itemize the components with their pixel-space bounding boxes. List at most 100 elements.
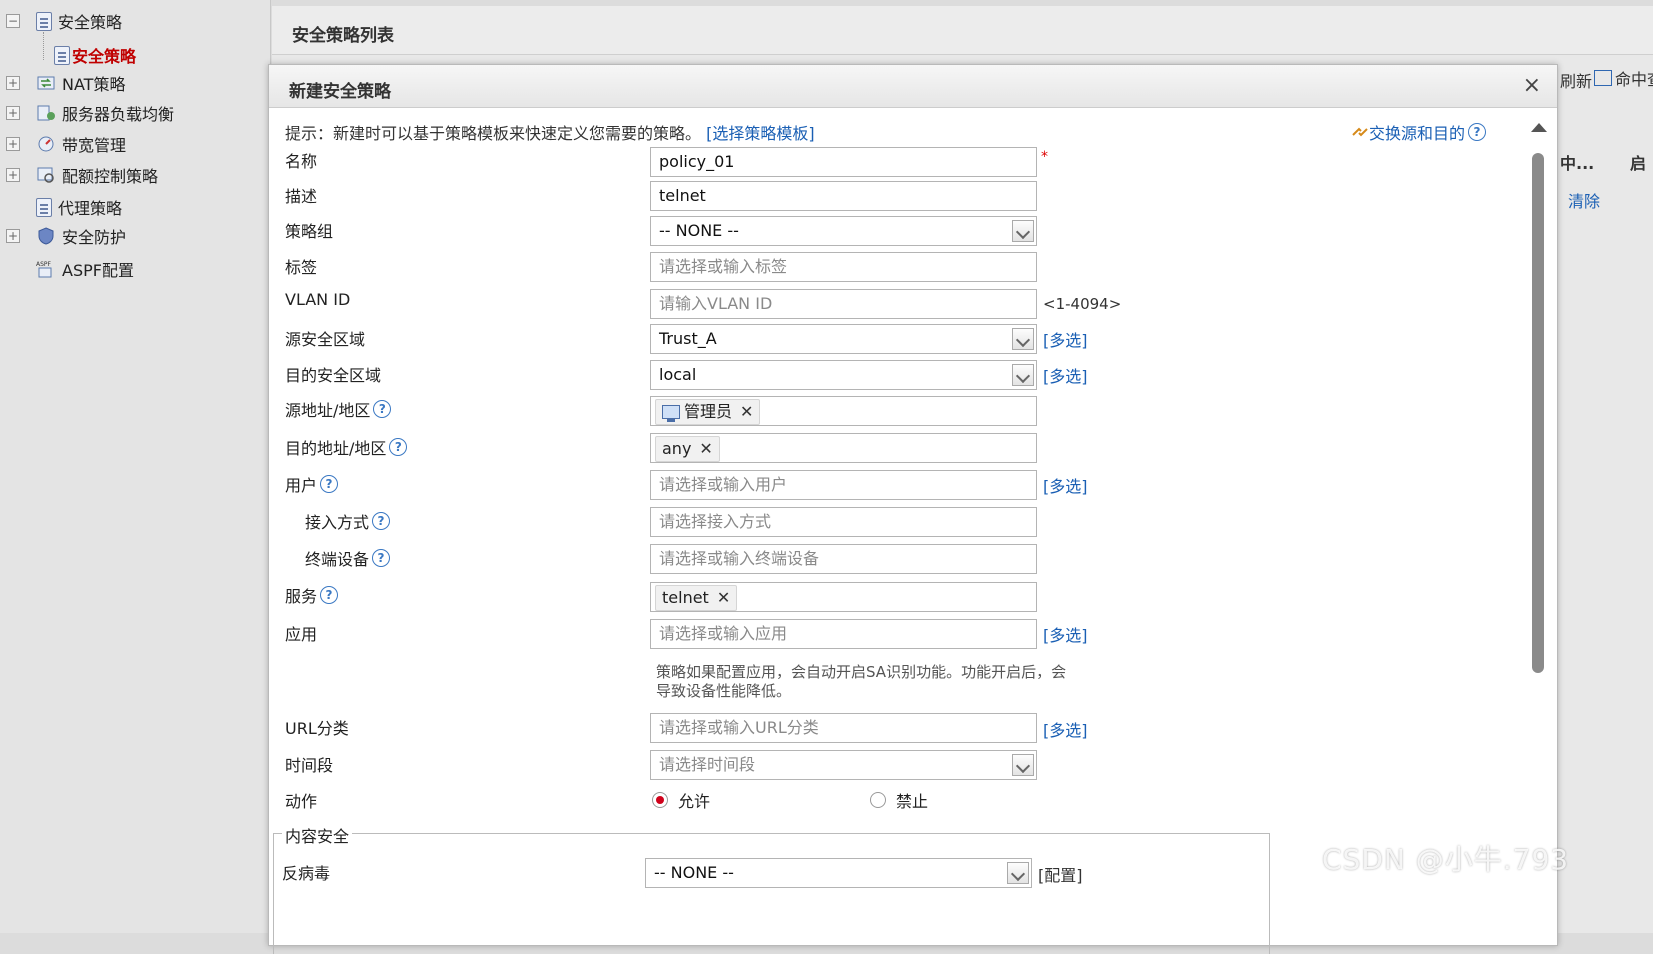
expand-icon[interactable]: + <box>6 229 20 243</box>
chevron-down-icon[interactable] <box>1012 328 1034 350</box>
fieldset-title: 内容安全 <box>282 823 353 847</box>
vlan-label: VLAN ID <box>285 290 351 309</box>
action-deny-radio[interactable]: 禁止 <box>870 788 928 812</box>
dst-zone-select[interactable]: local <box>650 360 1037 390</box>
tree-node-protection[interactable]: + 安全防护 <box>6 223 126 249</box>
close-button[interactable]: × <box>1523 73 1541 98</box>
chevron-down-icon[interactable] <box>1007 862 1029 884</box>
expand-icon[interactable]: + <box>6 168 20 182</box>
access-label-text: 接入方式 <box>305 513 370 532</box>
time-select[interactable]: 请选择时间段 <box>650 750 1037 780</box>
scrollbar-thumb[interactable] <box>1532 153 1544 673</box>
remove-chip-icon[interactable]: ✕ <box>699 435 712 462</box>
terminal-label-text: 终端设备 <box>305 550 370 569</box>
chevron-down-icon[interactable] <box>1012 220 1034 242</box>
aspf-icon: ASPF <box>36 259 56 279</box>
chip-label: telnet <box>662 588 709 607</box>
dst-addr-chip: any ✕ <box>655 436 720 462</box>
collapse-icon[interactable]: − <box>6 14 20 28</box>
expand-icon[interactable]: + <box>6 76 20 90</box>
help-icon[interactable]: ? <box>320 475 339 493</box>
src-addr-chip: 管理员 ✕ <box>655 398 761 425</box>
dst-zone-multi-link[interactable]: [多选] <box>1043 363 1088 387</box>
chevron-down-icon[interactable] <box>1012 364 1034 386</box>
dialog-titlebar: 新建安全策略 × <box>269 65 1557 108</box>
tree-node-nat[interactable]: + NAT策略 <box>6 70 125 96</box>
src-zone-select[interactable]: Trust_A <box>650 324 1037 354</box>
expand-icon[interactable]: + <box>6 106 20 120</box>
tree-label: 带宽管理 <box>62 136 127 155</box>
policy-group-value: -- NONE -- <box>659 221 739 240</box>
help-icon[interactable]: ? <box>320 586 339 604</box>
tree-node-quota[interactable]: + 配额控制策略 <box>6 162 158 188</box>
help-icon[interactable]: ? <box>372 549 391 567</box>
application-input[interactable]: 请选择或输入应用 <box>650 619 1037 649</box>
expand-icon[interactable]: + <box>6 137 20 151</box>
tree-node-security-policy-child[interactable]: 安全策略 <box>54 42 136 68</box>
radio-label: 禁止 <box>896 792 929 811</box>
chip-label: any <box>662 439 692 458</box>
tag-input[interactable]: 请选择或输入标签 <box>650 252 1037 282</box>
vlan-input[interactable]: 请输入VLAN ID <box>650 289 1037 319</box>
policy-doc-icon <box>36 11 52 31</box>
swap-src-dst-link[interactable]: 交换源和目的 ? <box>1351 120 1487 144</box>
dialog-title: 新建安全策略 <box>289 82 391 102</box>
refresh-button[interactable]: 刷新 <box>1560 68 1592 92</box>
radio-circle <box>870 792 886 808</box>
access-input[interactable]: 请选择接入方式 <box>650 507 1037 537</box>
help-icon[interactable]: ? <box>373 400 392 418</box>
name-field[interactable]: policy_01 <box>650 147 1037 177</box>
action-allow-radio[interactable]: 允许 <box>652 788 710 812</box>
antivirus-label: 反病毒 <box>282 864 331 883</box>
tree-node-proxy[interactable]: 代理策略 <box>36 194 122 220</box>
description-field[interactable]: telnet <box>650 181 1037 211</box>
scroll-up-arrow[interactable] <box>1531 123 1547 132</box>
tree-node-aspf[interactable]: ASPF ASPF配置 <box>36 256 134 282</box>
policy-group-select[interactable]: -- NONE -- <box>650 216 1037 246</box>
policy-group-label: 策略组 <box>285 222 334 241</box>
tree-label: 安全策略 <box>72 47 137 66</box>
time-label: 时间段 <box>285 756 334 775</box>
terminal-input[interactable]: 请选择或输入终端设备 <box>650 544 1037 574</box>
column-header: 启 <box>1630 154 1647 173</box>
application-multi-link[interactable]: [多选] <box>1043 622 1088 646</box>
src-zone-multi-link[interactable]: [多选] <box>1043 327 1088 351</box>
policy-doc-icon <box>54 45 70 65</box>
tree-node-bandwidth[interactable]: + 带宽管理 <box>6 131 126 157</box>
time-placeholder: 请选择时间段 <box>659 755 756 774</box>
swap-icon <box>1352 127 1368 137</box>
tree-node-security-policy[interactable]: − 安全策略 <box>6 8 122 34</box>
url-multi-link[interactable]: [多选] <box>1043 717 1088 741</box>
content-security-fieldset: 内容安全 反病毒 -- NONE -- [配置] <box>273 823 1270 954</box>
application-label: 应用 <box>285 625 318 644</box>
tree-label: 安全策略 <box>58 13 123 32</box>
remove-chip-icon[interactable]: ✕ <box>717 584 730 611</box>
chevron-down-icon[interactable] <box>1012 754 1034 776</box>
src-addr-field[interactable]: 管理员 ✕ <box>650 396 1037 426</box>
src-addr-label-text: 源地址/地区 <box>285 401 371 420</box>
tree-node-server-lb[interactable]: + 服务器负载均衡 <box>6 100 174 126</box>
nav-tree: − 安全策略 安全策略 + NAT策略 + 服务器负载均衡 + 带宽管理 + 配… <box>0 0 271 933</box>
select-template-link[interactable]: [选择策略模板] <box>706 124 815 143</box>
help-icon[interactable]: ? <box>1468 123 1487 141</box>
swap-label: 交换源和目的 <box>1369 124 1466 143</box>
hit-query-label: 命中查 <box>1615 70 1653 89</box>
column-header: 中... <box>1560 154 1595 173</box>
computer-icon <box>662 405 680 422</box>
tree-label: ASPF配置 <box>62 261 134 280</box>
action-label: 动作 <box>285 792 318 811</box>
server-balance-icon <box>36 103 56 123</box>
remove-chip-icon[interactable]: ✕ <box>740 398 753 425</box>
help-icon[interactable]: ? <box>389 438 408 456</box>
antivirus-select[interactable]: -- NONE -- <box>645 858 1032 888</box>
help-icon[interactable]: ? <box>372 512 391 530</box>
user-input[interactable]: 请选择或输入用户 <box>650 470 1037 500</box>
clear-link[interactable]: 清除 <box>1568 188 1600 212</box>
dst-addr-field[interactable]: any ✕ <box>650 433 1037 463</box>
url-input[interactable]: 请选择或输入URL分类 <box>650 713 1037 743</box>
user-multi-link[interactable]: [多选] <box>1043 473 1088 497</box>
dst-zone-value: local <box>659 365 697 384</box>
hit-query-button[interactable]: 命中查 <box>1594 66 1653 90</box>
service-field[interactable]: telnet ✕ <box>650 582 1037 612</box>
antivirus-config-link[interactable]: [配置] <box>1038 862 1083 886</box>
